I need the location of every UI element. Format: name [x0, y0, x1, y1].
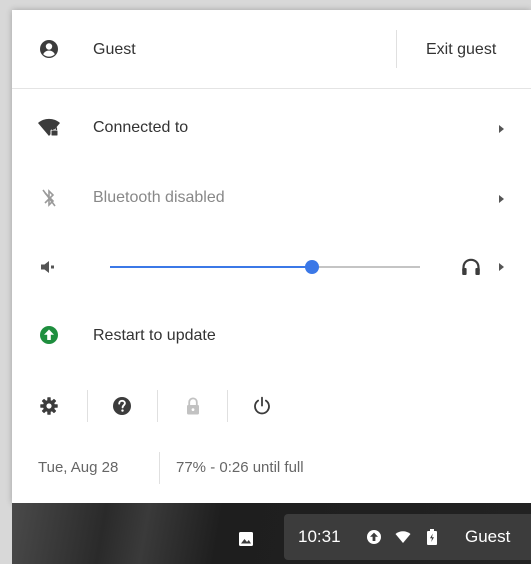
- volume-slider[interactable]: [110, 260, 420, 274]
- user-row-divider: [396, 30, 397, 68]
- restart-to-update-button[interactable]: Restart to update: [93, 326, 216, 346]
- user-name-label: Guest: [93, 41, 136, 58]
- volume-icon[interactable]: [39, 259, 57, 275]
- update-arrow-tray-icon: [365, 528, 383, 546]
- network-connected-text: Connected to: [93, 119, 189, 136]
- battery-charging-icon: [425, 527, 439, 547]
- network-chevron-right-icon[interactable]: [499, 125, 504, 133]
- help-icon[interactable]: [111, 395, 133, 417]
- lock-icon: [183, 395, 203, 417]
- footer-divider: [159, 452, 160, 484]
- update-arrow-icon[interactable]: [38, 324, 60, 346]
- headphones-icon[interactable]: [460, 257, 482, 277]
- volume-slider-thumb[interactable]: [304, 260, 319, 274]
- bluetooth-chevron-right-icon[interactable]: [499, 195, 504, 203]
- volume-slider-fill: [110, 266, 312, 268]
- actions-divider-1: [87, 390, 88, 422]
- date-label[interactable]: Tue, Aug 28: [38, 458, 118, 478]
- image-app-icon[interactable]: [235, 528, 257, 550]
- actions-divider-3: [227, 390, 228, 422]
- clock-time: 10:31: [298, 527, 341, 546]
- bluetooth-status-label[interactable]: Bluetooth disabled: [93, 188, 225, 208]
- wifi-tray-icon: [394, 529, 412, 545]
- actions-divider-2: [157, 390, 158, 422]
- account-circle-icon: [38, 38, 60, 60]
- header-divider: [12, 88, 531, 89]
- power-icon[interactable]: [251, 395, 273, 417]
- settings-icon[interactable]: [38, 395, 60, 417]
- bluetooth-disabled-icon[interactable]: [40, 187, 58, 209]
- exit-guest-button[interactable]: Exit guest: [426, 40, 496, 60]
- battery-status-label: 77% - 0:26 until full: [176, 459, 304, 476]
- status-tray[interactable]: 10:31 Guest: [284, 514, 531, 560]
- audio-chevron-right-icon[interactable]: [499, 263, 504, 271]
- system-tray-menu: Guest Exit guest Connected to Bluetooth …: [12, 10, 531, 503]
- wifi-locked-icon[interactable]: [36, 116, 62, 140]
- tray-user-label: Guest: [465, 527, 511, 546]
- network-status-label[interactable]: Connected to: [93, 118, 188, 138]
